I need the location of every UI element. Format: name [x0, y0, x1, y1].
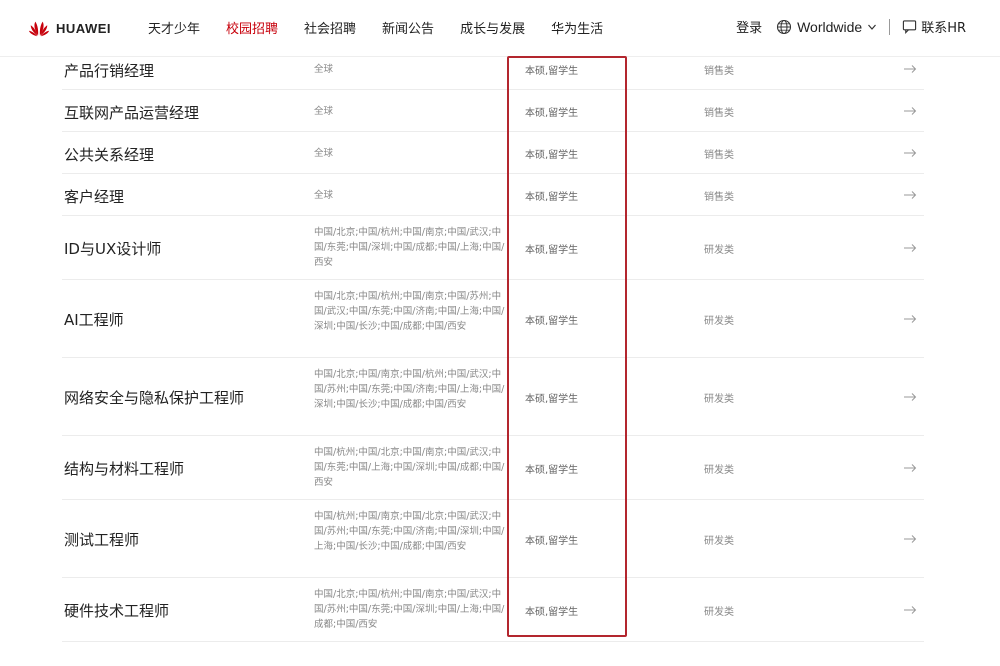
job-education: 本硕,留学生 — [525, 465, 579, 476]
nav-growth[interactable]: 成长与发展 — [460, 18, 525, 37]
arrow-right-icon[interactable] — [903, 534, 917, 544]
region-label: Worldwide — [797, 18, 863, 35]
job-title[interactable]: 产品行销经理 — [64, 60, 154, 81]
arrow-right-icon[interactable] — [903, 106, 917, 116]
job-education: 本硕,留学生 — [525, 66, 579, 77]
region-selector[interactable]: Worldwide — [776, 19, 877, 35]
login-link[interactable]: 登录 — [736, 17, 762, 36]
job-row[interactable]: AI工程师 中国/北京;中国/杭州;中国/南京;中国/苏州;中国/武汉;中国/东… — [0, 280, 1000, 358]
job-education: 本硕,留学生 — [525, 150, 579, 161]
job-locations: 全球 — [314, 64, 334, 75]
arrow-right-icon[interactable] — [903, 392, 917, 402]
job-category: 研发类 — [704, 316, 734, 327]
arrow-right-icon[interactable] — [903, 605, 917, 615]
huawei-flower-icon — [28, 21, 50, 37]
nav-huawei-life[interactable]: 华为生活 — [551, 18, 603, 37]
job-locations: 中国/北京;中国/杭州;中国/南京;中国/武汉;中国/苏州;中国/东莞;中国/深… — [314, 589, 505, 630]
job-locations: 全球 — [314, 106, 334, 117]
job-row[interactable]: 测试工程师 中国/杭州;中国/南京;中国/北京;中国/武汉;中国/苏州;中国/东… — [0, 500, 1000, 578]
nav-news[interactable]: 新闻公告 — [382, 18, 434, 37]
job-title[interactable]: 结构与材料工程师 — [64, 458, 184, 479]
job-locations: 中国/杭州;中国/南京;中国/北京;中国/武汉;中国/苏州;中国/东莞;中国/济… — [314, 511, 505, 552]
nav-campus-recruiting[interactable]: 校园招聘 — [226, 18, 278, 37]
job-title[interactable]: 公共关系经理 — [64, 144, 154, 165]
job-title[interactable]: 测试工程师 — [64, 529, 139, 550]
job-locations: 中国/北京;中国/南京;中国/杭州;中国/武汉;中国/苏州;中国/东莞;中国/济… — [314, 369, 505, 410]
job-locations: 中国/北京;中国/杭州;中国/南京;中国/武汉;中国/东莞;中国/深圳;中国/成… — [314, 227, 505, 268]
job-education: 本硕,留学生 — [525, 316, 579, 327]
job-education: 本硕,留学生 — [525, 536, 579, 547]
chevron-down-icon — [868, 24, 877, 30]
header-right: 登录 Worldwide 联系HR — [736, 17, 966, 36]
job-title[interactable]: 互联网产品运营经理 — [64, 102, 199, 123]
job-title[interactable]: 网络安全与隐私保护工程师 — [64, 387, 244, 408]
job-category: 研发类 — [704, 394, 734, 405]
job-category: 研发类 — [704, 245, 734, 256]
job-title[interactable]: AI工程师 — [64, 309, 124, 330]
job-title[interactable]: ID与UX设计师 — [64, 238, 161, 259]
job-row[interactable]: 客户经理 全球 本硕,留学生 销售类 — [0, 174, 1000, 216]
job-category: 销售类 — [704, 108, 734, 119]
contact-hr-button[interactable]: 联系HR — [902, 17, 966, 36]
job-education: 本硕,留学生 — [525, 192, 579, 203]
job-row[interactable]: 产品行销经理 全球 本硕,留学生 销售类 — [0, 48, 1000, 90]
job-row[interactable]: 公共关系经理 全球 本硕,留学生 销售类 — [0, 132, 1000, 174]
chat-icon — [903, 20, 917, 34]
job-locations: 中国/北京;中国/杭州;中国/南京;中国/苏州;中国/武汉;中国/东莞;中国/济… — [314, 291, 505, 332]
arrow-right-icon[interactable] — [903, 190, 917, 200]
arrow-right-icon[interactable] — [903, 243, 917, 253]
huawei-logo[interactable]: HUAWEI — [28, 17, 111, 39]
job-title[interactable]: 硬件技术工程师 — [64, 600, 169, 621]
arrow-right-icon[interactable] — [903, 314, 917, 324]
nav-genius-youth[interactable]: 天才少年 — [148, 18, 200, 37]
job-locations: 全球 — [314, 148, 334, 159]
job-locations: 中国/杭州;中国/北京;中国/南京;中国/武汉;中国/东莞;中国/上海;中国/深… — [314, 447, 505, 488]
job-category: 销售类 — [704, 150, 734, 161]
nav-social-recruiting[interactable]: 社会招聘 — [304, 18, 356, 37]
arrow-right-icon[interactable] — [903, 64, 917, 74]
arrow-right-icon[interactable] — [903, 463, 917, 473]
job-row[interactable]: ID与UX设计师 中国/北京;中国/杭州;中国/南京;中国/武汉;中国/东莞;中… — [0, 216, 1000, 280]
main-nav: 天才少年 校园招聘 社会招聘 新闻公告 成长与发展 华为生活 — [148, 18, 629, 37]
job-category: 销售类 — [704, 192, 734, 203]
job-title[interactable]: 客户经理 — [64, 186, 124, 207]
job-category: 研发类 — [704, 607, 734, 618]
job-row[interactable]: 网络安全与隐私保护工程师 中国/北京;中国/南京;中国/杭州;中国/武汉;中国/… — [0, 358, 1000, 436]
job-row[interactable]: 互联网产品运营经理 全球 本硕,留学生 销售类 — [0, 90, 1000, 132]
job-row[interactable]: 结构与材料工程师 中国/杭州;中国/北京;中国/南京;中国/武汉;中国/东莞;中… — [0, 436, 1000, 500]
job-category: 研发类 — [704, 536, 734, 547]
job-education: 本硕,留学生 — [525, 394, 579, 405]
contact-hr-label: 联系HR — [921, 21, 966, 36]
arrow-right-icon[interactable] — [903, 148, 917, 158]
row-divider — [62, 641, 924, 642]
header-divider — [889, 18, 891, 35]
job-education: 本硕,留学生 — [525, 245, 579, 256]
job-row[interactable]: 硬件技术工程师 中国/北京;中国/杭州;中国/南京;中国/武汉;中国/苏州;中国… — [0, 578, 1000, 642]
job-education: 本硕,留学生 — [525, 108, 579, 119]
job-category: 销售类 — [704, 66, 734, 77]
job-locations: 全球 — [314, 190, 334, 201]
globe-icon — [777, 19, 792, 34]
job-education: 本硕,留学生 — [525, 607, 579, 618]
brand-name: HUAWEI — [56, 20, 111, 36]
job-category: 研发类 — [704, 465, 734, 476]
